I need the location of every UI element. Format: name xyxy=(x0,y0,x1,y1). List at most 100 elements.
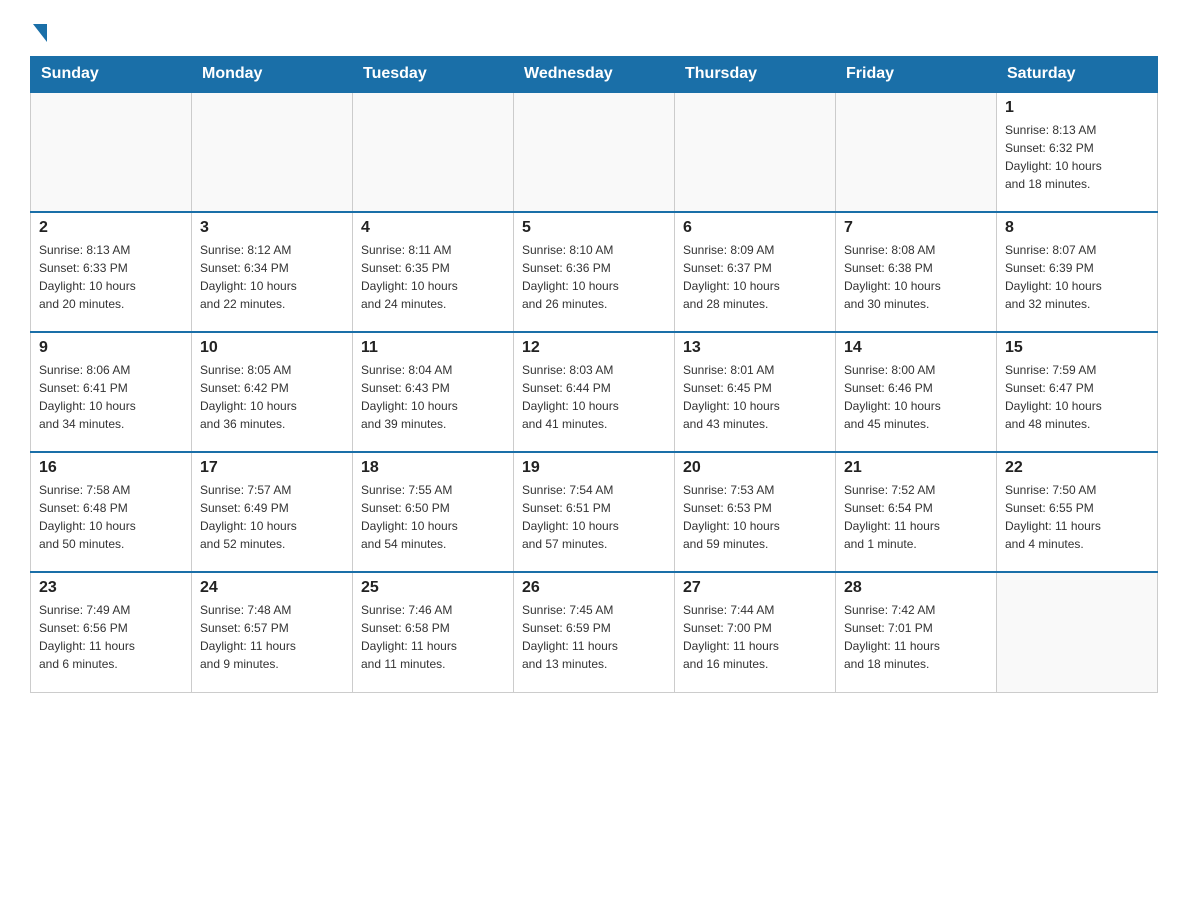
day-number: 9 xyxy=(39,339,183,357)
day-info: Sunrise: 8:08 AM Sunset: 6:38 PM Dayligh… xyxy=(844,241,988,313)
day-number: 7 xyxy=(844,219,988,237)
calendar-cell: 15 Sunrise: 7:59 AM Sunset: 6:47 PM Dayli… xyxy=(997,332,1158,452)
calendar-cell xyxy=(836,92,997,212)
week-row-4: 16 Sunrise: 7:58 AM Sunset: 6:48 PM Dayli… xyxy=(31,452,1158,572)
day-info: Sunrise: 7:53 AM Sunset: 6:53 PM Dayligh… xyxy=(683,481,827,553)
day-info: Sunrise: 7:49 AM Sunset: 6:56 PM Dayligh… xyxy=(39,601,183,673)
day-number: 11 xyxy=(361,339,505,357)
day-number: 28 xyxy=(844,579,988,597)
day-info: Sunrise: 8:04 AM Sunset: 6:43 PM Dayligh… xyxy=(361,361,505,433)
day-number: 2 xyxy=(39,219,183,237)
logo xyxy=(30,20,47,38)
day-number: 25 xyxy=(361,579,505,597)
calendar-cell xyxy=(675,92,836,212)
day-info: Sunrise: 7:59 AM Sunset: 6:47 PM Dayligh… xyxy=(1005,361,1149,433)
day-number: 27 xyxy=(683,579,827,597)
day-number: 17 xyxy=(200,459,344,477)
page-header xyxy=(30,20,1158,38)
calendar-cell: 26 Sunrise: 7:45 AM Sunset: 6:59 PM Dayli… xyxy=(514,572,675,692)
calendar-cell xyxy=(192,92,353,212)
calendar-cell: 27 Sunrise: 7:44 AM Sunset: 7:00 PM Dayli… xyxy=(675,572,836,692)
day-number: 5 xyxy=(522,219,666,237)
day-info: Sunrise: 8:10 AM Sunset: 6:36 PM Dayligh… xyxy=(522,241,666,313)
day-info: Sunrise: 8:03 AM Sunset: 6:44 PM Dayligh… xyxy=(522,361,666,433)
calendar-cell: 13 Sunrise: 8:01 AM Sunset: 6:45 PM Dayli… xyxy=(675,332,836,452)
calendar-cell: 22 Sunrise: 7:50 AM Sunset: 6:55 PM Dayli… xyxy=(997,452,1158,572)
calendar-cell: 19 Sunrise: 7:54 AM Sunset: 6:51 PM Dayli… xyxy=(514,452,675,572)
calendar-cell: 5 Sunrise: 8:10 AM Sunset: 6:36 PM Daylig… xyxy=(514,212,675,332)
weekday-header-thursday: Thursday xyxy=(675,57,836,93)
day-info: Sunrise: 7:45 AM Sunset: 6:59 PM Dayligh… xyxy=(522,601,666,673)
day-number: 6 xyxy=(683,219,827,237)
calendar-cell xyxy=(353,92,514,212)
calendar-cell: 18 Sunrise: 7:55 AM Sunset: 6:50 PM Dayli… xyxy=(353,452,514,572)
calendar-header-row: SundayMondayTuesdayWednesdayThursdayFrid… xyxy=(31,57,1158,93)
day-info: Sunrise: 8:11 AM Sunset: 6:35 PM Dayligh… xyxy=(361,241,505,313)
week-row-1: 1Sunrise: 8:13 AM Sunset: 6:32 PM Daylig… xyxy=(31,92,1158,212)
calendar-cell: 28 Sunrise: 7:42 AM Sunset: 7:01 PM Dayli… xyxy=(836,572,997,692)
weekday-header-saturday: Saturday xyxy=(997,57,1158,93)
calendar-cell: 2 Sunrise: 8:13 AM Sunset: 6:33 PM Daylig… xyxy=(31,212,192,332)
calendar-cell: 16 Sunrise: 7:58 AM Sunset: 6:48 PM Dayli… xyxy=(31,452,192,572)
day-info: Sunrise: 7:55 AM Sunset: 6:50 PM Dayligh… xyxy=(361,481,505,553)
day-info: Sunrise: 7:50 AM Sunset: 6:55 PM Dayligh… xyxy=(1005,481,1149,553)
day-number: 24 xyxy=(200,579,344,597)
day-info: Sunrise: 8:13 AM Sunset: 6:32 PM Dayligh… xyxy=(1005,121,1149,193)
calendar-cell xyxy=(997,572,1158,692)
day-info: Sunrise: 7:44 AM Sunset: 7:00 PM Dayligh… xyxy=(683,601,827,673)
calendar-cell: 7 Sunrise: 8:08 AM Sunset: 6:38 PM Daylig… xyxy=(836,212,997,332)
day-number: 19 xyxy=(522,459,666,477)
week-row-5: 23Sunrise: 7:49 AM Sunset: 6:56 PM Dayli… xyxy=(31,572,1158,692)
day-number: 10 xyxy=(200,339,344,357)
calendar-cell: 21Sunrise: 7:52 AM Sunset: 6:54 PM Dayli… xyxy=(836,452,997,572)
day-info: Sunrise: 7:54 AM Sunset: 6:51 PM Dayligh… xyxy=(522,481,666,553)
day-number: 8 xyxy=(1005,219,1149,237)
calendar-cell: 9 Sunrise: 8:06 AM Sunset: 6:41 PM Daylig… xyxy=(31,332,192,452)
day-info: Sunrise: 8:09 AM Sunset: 6:37 PM Dayligh… xyxy=(683,241,827,313)
day-number: 4 xyxy=(361,219,505,237)
day-number: 22 xyxy=(1005,459,1149,477)
calendar-cell: 14 Sunrise: 8:00 AM Sunset: 6:46 PM Dayli… xyxy=(836,332,997,452)
day-number: 15 xyxy=(1005,339,1149,357)
calendar-cell: 25 Sunrise: 7:46 AM Sunset: 6:58 PM Dayli… xyxy=(353,572,514,692)
calendar-cell: 12 Sunrise: 8:03 AM Sunset: 6:44 PM Dayli… xyxy=(514,332,675,452)
week-row-3: 9 Sunrise: 8:06 AM Sunset: 6:41 PM Daylig… xyxy=(31,332,1158,452)
calendar-cell: 11 Sunrise: 8:04 AM Sunset: 6:43 PM Dayli… xyxy=(353,332,514,452)
calendar-cell: 1Sunrise: 8:13 AM Sunset: 6:32 PM Daylig… xyxy=(997,92,1158,212)
calendar-cell: 20 Sunrise: 7:53 AM Sunset: 6:53 PM Dayli… xyxy=(675,452,836,572)
calendar-cell: 23Sunrise: 7:49 AM Sunset: 6:56 PM Dayli… xyxy=(31,572,192,692)
calendar-cell xyxy=(31,92,192,212)
day-info: Sunrise: 7:46 AM Sunset: 6:58 PM Dayligh… xyxy=(361,601,505,673)
calendar-cell: 4 Sunrise: 8:11 AM Sunset: 6:35 PM Daylig… xyxy=(353,212,514,332)
weekday-header-sunday: Sunday xyxy=(31,57,192,93)
day-info: Sunrise: 8:05 AM Sunset: 6:42 PM Dayligh… xyxy=(200,361,344,433)
day-number: 26 xyxy=(522,579,666,597)
calendar-cell xyxy=(514,92,675,212)
day-info: Sunrise: 8:13 AM Sunset: 6:33 PM Dayligh… xyxy=(39,241,183,313)
weekday-header-monday: Monday xyxy=(192,57,353,93)
day-number: 12 xyxy=(522,339,666,357)
day-number: 18 xyxy=(361,459,505,477)
day-number: 3 xyxy=(200,219,344,237)
day-info: Sunrise: 8:06 AM Sunset: 6:41 PM Dayligh… xyxy=(39,361,183,433)
day-number: 21 xyxy=(844,459,988,477)
day-info: Sunrise: 8:01 AM Sunset: 6:45 PM Dayligh… xyxy=(683,361,827,433)
weekday-header-friday: Friday xyxy=(836,57,997,93)
weekday-header-wednesday: Wednesday xyxy=(514,57,675,93)
calendar-cell: 3Sunrise: 8:12 AM Sunset: 6:34 PM Daylig… xyxy=(192,212,353,332)
week-row-2: 2 Sunrise: 8:13 AM Sunset: 6:33 PM Daylig… xyxy=(31,212,1158,332)
day-info: Sunrise: 8:00 AM Sunset: 6:46 PM Dayligh… xyxy=(844,361,988,433)
day-number: 14 xyxy=(844,339,988,357)
day-info: Sunrise: 7:48 AM Sunset: 6:57 PM Dayligh… xyxy=(200,601,344,673)
day-number: 16 xyxy=(39,459,183,477)
day-info: Sunrise: 7:58 AM Sunset: 6:48 PM Dayligh… xyxy=(39,481,183,553)
day-number: 20 xyxy=(683,459,827,477)
day-info: Sunrise: 7:57 AM Sunset: 6:49 PM Dayligh… xyxy=(200,481,344,553)
day-info: Sunrise: 7:42 AM Sunset: 7:01 PM Dayligh… xyxy=(844,601,988,673)
calendar-table: SundayMondayTuesdayWednesdayThursdayFrid… xyxy=(30,56,1158,693)
logo-arrow-icon xyxy=(33,24,47,42)
weekday-header-tuesday: Tuesday xyxy=(353,57,514,93)
day-info: Sunrise: 8:07 AM Sunset: 6:39 PM Dayligh… xyxy=(1005,241,1149,313)
calendar-cell: 6 Sunrise: 8:09 AM Sunset: 6:37 PM Daylig… xyxy=(675,212,836,332)
day-number: 13 xyxy=(683,339,827,357)
